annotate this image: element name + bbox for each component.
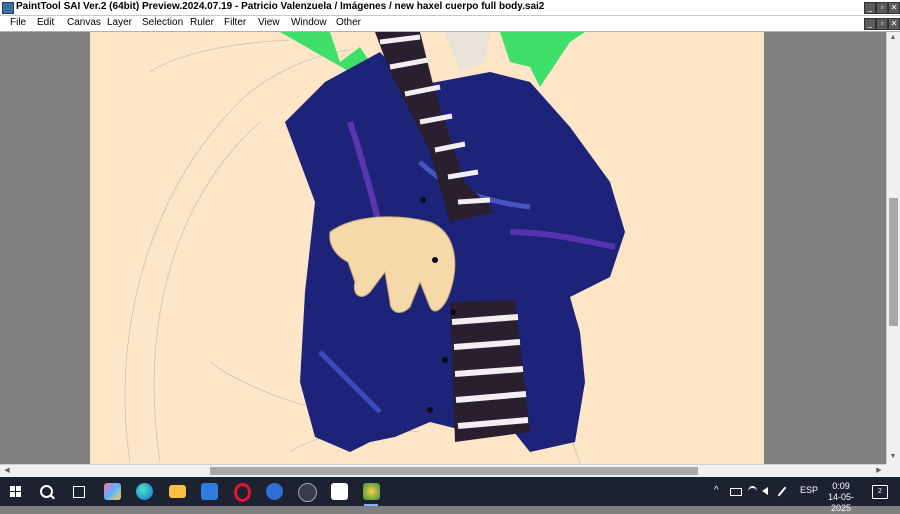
menu-canvas[interactable]: Canvas	[67, 17, 101, 28]
scroll-left-arrow[interactable]: ◀	[2, 466, 12, 476]
menu-other[interactable]: Other	[336, 17, 361, 28]
clock-date: 14-05-2025	[827, 492, 854, 513]
scroll-right-arrow[interactable]: ▶	[874, 466, 884, 476]
battery-icon[interactable]	[730, 488, 742, 496]
menu-filter[interactable]: Filter	[224, 17, 246, 28]
horizontal-scrollbar[interactable]: ◀ ▶	[0, 464, 886, 477]
windows-icon[interactable]	[10, 486, 22, 498]
menu-ruler[interactable]: Ruler	[190, 17, 214, 28]
menu-layer[interactable]: Layer	[107, 17, 132, 28]
volume-icon[interactable]	[762, 487, 768, 495]
horizontal-scroll-thumb[interactable]	[210, 467, 698, 475]
opera-icon[interactable]	[234, 483, 251, 502]
menu-view[interactable]: View	[258, 17, 280, 28]
menu-bar: File Edit Canvas Layer Selection Ruler F…	[0, 16, 900, 32]
minimize-button[interactable]: _	[864, 2, 876, 14]
clock-time: 0:09	[832, 481, 850, 491]
edge-icon[interactable]	[136, 483, 153, 500]
obs-icon[interactable]	[298, 483, 317, 502]
clock[interactable]: 0:09 14-05-2025	[818, 481, 864, 514]
vertical-scrollbar[interactable]: ▲ ▼	[886, 32, 900, 464]
scroll-down-arrow[interactable]: ▼	[888, 452, 898, 462]
ibis-paint-icon[interactable]	[331, 483, 348, 500]
maximize-button[interactable]: ▫	[876, 2, 888, 14]
search-icon-handle	[50, 494, 55, 500]
pen-icon[interactable]	[777, 486, 787, 497]
drawing-canvas[interactable]	[90, 32, 764, 464]
tray-chevron-icon[interactable]: ^	[714, 485, 719, 496]
file-explorer-icon[interactable]	[169, 485, 186, 498]
menu-file[interactable]: File	[10, 17, 26, 28]
scroll-corner	[886, 464, 900, 477]
doc-restore-button[interactable]: ▫	[876, 18, 888, 30]
app-icon	[2, 2, 14, 14]
menu-edit[interactable]: Edit	[37, 17, 54, 28]
vertical-scroll-thumb[interactable]	[889, 198, 898, 326]
menu-window[interactable]: Window	[291, 17, 327, 28]
painttool-sai-icon[interactable]	[363, 483, 380, 500]
notifications-button[interactable]: 2	[872, 485, 888, 499]
window-title: PaintTool SAI Ver.2 (64bit) Preview.2024…	[16, 1, 545, 12]
store-icon[interactable]	[201, 483, 218, 500]
doc-minimize-button[interactable]: _	[864, 18, 876, 30]
title-bar: PaintTool SAI Ver.2 (64bit) Preview.2024…	[0, 0, 900, 16]
artwork	[124, 32, 625, 464]
close-button[interactable]: ✕	[888, 2, 900, 14]
taskbar: ^ ESP 0:09 14-05-2025 2	[0, 477, 900, 513]
doc-close-button[interactable]: ✕	[888, 18, 900, 30]
scroll-up-arrow[interactable]: ▲	[888, 33, 898, 43]
menu-selection[interactable]: Selection	[142, 17, 183, 28]
face-edge	[445, 32, 490, 72]
language-indicator[interactable]: ESP	[800, 485, 818, 495]
workspace	[0, 32, 886, 464]
wifi-icon[interactable]	[748, 486, 757, 497]
copilot-icon[interactable]	[104, 483, 121, 500]
task-view-icon[interactable]	[73, 486, 85, 498]
qbittorrent-icon[interactable]	[266, 483, 283, 500]
